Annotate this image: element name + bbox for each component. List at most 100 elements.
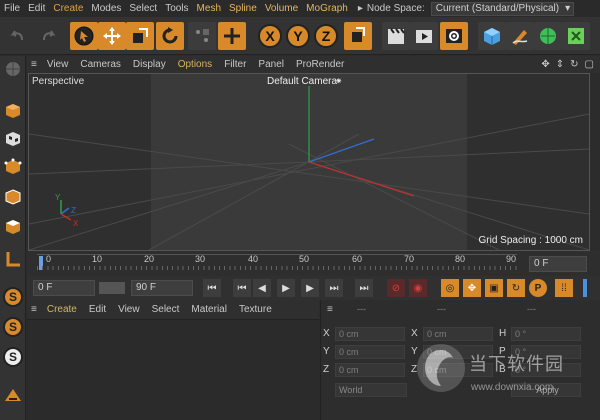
scale-button[interactable]: [126, 22, 154, 50]
key-rotation-button[interactable]: ↻: [507, 279, 525, 297]
menu-volume[interactable]: Volume: [261, 3, 302, 14]
model-mode-button[interactable]: [2, 100, 24, 122]
viewport-menu-display[interactable]: Display: [127, 59, 172, 70]
material-menu-texture[interactable]: Texture: [233, 304, 278, 315]
redo-button[interactable]: [34, 22, 62, 50]
viewport-menu-panel[interactable]: Panel: [252, 59, 290, 70]
go-to-start-button[interactable]: ⏮: [203, 279, 221, 297]
key-pla-button[interactable]: ⁞⁞: [555, 279, 573, 297]
move-button[interactable]: [98, 22, 126, 50]
snap-settings-button[interactable]: S: [2, 316, 24, 338]
lock-x-button[interactable]: X: [258, 24, 282, 48]
workplane-snap-button[interactable]: S: [2, 346, 24, 368]
menu-mesh[interactable]: Mesh: [193, 3, 225, 14]
coordinate-mode-select[interactable]: World: [335, 383, 407, 397]
timeline-ruler[interactable]: 0 10 20 30 40 50 60 70 80 90 0 F: [27, 251, 600, 276]
polygons-mode-button[interactable]: [2, 216, 24, 238]
next-frame-button[interactable]: ▶: [301, 279, 319, 297]
coordinate-system-button[interactable]: [344, 22, 372, 50]
start-frame-field[interactable]: 0 F: [33, 280, 95, 296]
points-cube-icon: [4, 158, 22, 174]
live-selection-button[interactable]: [70, 22, 98, 50]
key-scale-button[interactable]: ▣: [485, 279, 503, 297]
size-x-field[interactable]: 0 cm: [423, 327, 493, 341]
viewport-move-icon[interactable]: ✥: [538, 59, 552, 70]
pen-button[interactable]: [506, 22, 534, 50]
rotate-button[interactable]: [156, 22, 184, 50]
viewport-menu-filter[interactable]: Filter: [218, 59, 252, 70]
points-mode-button[interactable]: [2, 156, 24, 178]
menu-edit[interactable]: Edit: [24, 3, 49, 14]
edges-cube-icon: [5, 189, 21, 205]
material-menu-grip-icon: ≡: [31, 304, 37, 315]
make-editable-button[interactable]: [2, 58, 24, 80]
go-to-end-button[interactable]: ⏭: [355, 279, 373, 297]
watermark-logo: [417, 344, 465, 392]
menu-bar: File Edit Create Modes Select Tools Mesh…: [0, 0, 600, 17]
viewport-rotate-icon[interactable]: ↻: [567, 59, 581, 70]
left-toolbar: S S S: [0, 56, 26, 420]
snap-button[interactable]: S: [2, 286, 24, 308]
key-selection-button[interactable]: ◎: [441, 279, 459, 297]
edges-mode-button[interactable]: [2, 186, 24, 208]
lock-y-button[interactable]: Y: [286, 24, 310, 48]
subdivision-button[interactable]: [534, 22, 562, 50]
menu-modes[interactable]: Modes: [87, 3, 125, 14]
pos-x-field[interactable]: 0 cm: [335, 327, 405, 341]
key-scale-icon: ▣: [489, 282, 499, 294]
previous-frame-button[interactable]: ◀: [253, 279, 271, 297]
viewport-menu-cameras[interactable]: Cameras: [74, 59, 127, 70]
render-settings-button[interactable]: [440, 22, 468, 50]
camera-link-icon[interactable]: ⁕: [335, 76, 343, 87]
watermark-logo-icon: [425, 350, 453, 386]
material-menu-create[interactable]: Create: [41, 304, 83, 315]
menu-file[interactable]: File: [0, 3, 24, 14]
menu-spline[interactable]: Spline: [225, 3, 261, 14]
viewport-maximize-icon[interactable]: ▢: [582, 59, 600, 70]
workplane-button[interactable]: [2, 384, 24, 406]
range-slider[interactable]: [99, 282, 125, 294]
cube-button[interactable]: [478, 22, 506, 50]
transport-scroll-handle[interactable]: [583, 279, 587, 297]
recent-tools-button[interactable]: [188, 22, 216, 50]
next-key-button[interactable]: ⏭: [325, 279, 343, 297]
current-frame-field[interactable]: 0 F: [529, 256, 587, 272]
menu-create[interactable]: Create: [49, 3, 87, 14]
add-button[interactable]: [218, 22, 246, 50]
undo-button[interactable]: [4, 22, 32, 50]
material-menu-edit[interactable]: Edit: [83, 304, 112, 315]
previous-key-button[interactable]: ⏮: [233, 279, 251, 297]
viewport-perspective[interactable]: Perspective Default Camera ⁕ Y Z X Grid …: [28, 73, 590, 251]
timeline-track[interactable]: 0 10 20 30 40 50 60 70 80 90: [37, 254, 517, 270]
pos-z-field[interactable]: 0 cm: [335, 363, 405, 377]
menu-tools[interactable]: Tools: [161, 3, 192, 14]
render-view-button[interactable]: [382, 22, 410, 50]
material-menu-select[interactable]: Select: [146, 304, 186, 315]
viewport-menu-prorender[interactable]: ProRender: [290, 59, 350, 70]
pos-y-field[interactable]: 0 cm: [335, 345, 405, 359]
material-list-area[interactable]: [27, 320, 319, 420]
render-to-picture-viewer-button[interactable]: [410, 22, 438, 50]
texture-mode-button[interactable]: [2, 128, 24, 150]
timeline-tick-40: 40: [248, 254, 259, 264]
autokeying-button[interactable]: ◉: [409, 279, 427, 297]
record-active-objects-button[interactable]: ⊘: [387, 279, 405, 297]
viewport-menu-view[interactable]: View: [41, 59, 75, 70]
viewport-menu-options[interactable]: Options: [172, 59, 218, 70]
play-button[interactable]: ▶: [277, 279, 295, 297]
material-menu-view[interactable]: View: [112, 304, 146, 315]
menu-select[interactable]: Select: [125, 3, 161, 14]
menu-mograph[interactable]: MoGraph: [302, 3, 352, 14]
material-menu-material[interactable]: Material: [185, 304, 233, 315]
key-position-button[interactable]: ✥: [463, 279, 481, 297]
grid-spacing-label: Grid Spacing : 1000 cm: [478, 235, 584, 246]
viewport-zoom-icon[interactable]: ⇕: [553, 59, 567, 70]
node-space-select[interactable]: Current (Standard/Physical): [430, 1, 575, 16]
end-frame-field[interactable]: 90 F: [131, 280, 193, 296]
generator-button[interactable]: [562, 22, 590, 50]
rot-h-field[interactable]: 0 °: [511, 327, 581, 341]
axis-mode-button[interactable]: [2, 248, 24, 270]
lock-z-button[interactable]: Z: [314, 24, 338, 48]
clapper-icon: [388, 28, 405, 44]
key-parameter-button[interactable]: P: [529, 279, 547, 297]
